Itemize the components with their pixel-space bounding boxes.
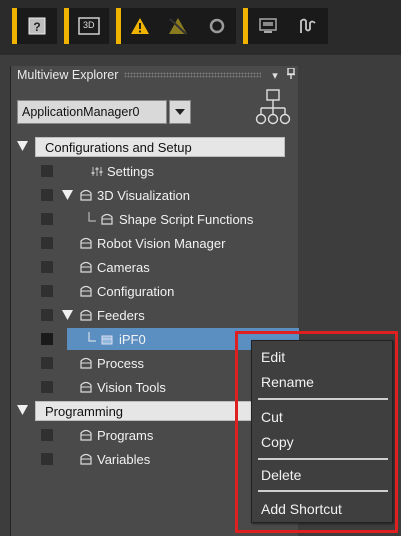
panel-pin-icon[interactable]	[283, 67, 299, 82]
folder-icon	[80, 261, 92, 273]
expand-arrow-icon[interactable]	[62, 190, 73, 200]
toolbar-group-tools	[243, 8, 328, 44]
tree-checkbox[interactable]	[41, 453, 53, 465]
panel-header: Multiview Explorer ▾	[11, 66, 299, 84]
expand-arrow-icon[interactable]	[17, 141, 28, 151]
help-button[interactable]: ?	[17, 8, 57, 44]
tree-item-label: 3D Visualization	[97, 187, 190, 203]
tree-item-feeders[interactable]: Feeders	[11, 304, 299, 326]
tree-item-shape-script-functions[interactable]: Shape Script Functions	[11, 208, 299, 230]
toolbar-group-help: ?	[12, 8, 57, 44]
tree-checkbox[interactable]	[41, 333, 53, 345]
tree-checkbox[interactable]	[41, 285, 53, 297]
settings-icon	[91, 167, 103, 176]
folder-icon	[80, 453, 92, 465]
feeder-icon	[101, 335, 113, 345]
tree-connector-icon	[88, 212, 96, 222]
tree-item-3d-visualization[interactable]: 3D Visualization	[11, 184, 299, 206]
tree-item-label: Shape Script Functions	[119, 211, 254, 227]
panel-title: Multiview Explorer	[17, 68, 119, 82]
folder-icon	[80, 285, 92, 297]
expand-arrow-icon[interactable]	[62, 310, 73, 320]
dropdown-arrow-icon[interactable]	[169, 100, 191, 124]
tree-item-settings[interactable]: Settings	[11, 160, 299, 182]
application-manager-value: ApplicationManager0	[17, 100, 167, 124]
expand-arrow-icon[interactable]	[17, 405, 28, 415]
folder-icon	[80, 381, 92, 393]
tree-checkbox[interactable]	[41, 261, 53, 273]
signal-button[interactable]	[288, 8, 328, 44]
highlight-annotation-box	[235, 331, 398, 533]
refresh-icon	[209, 18, 225, 34]
tree-item-configuration[interactable]: Configuration	[11, 280, 299, 302]
folder-icon	[80, 309, 92, 321]
panel-menu-icon[interactable]: ▾	[267, 69, 283, 82]
toolbar: ? 3D	[0, 0, 401, 55]
warning-button[interactable]	[121, 8, 159, 44]
folder-icon	[80, 189, 92, 201]
toolbar-group-status	[116, 8, 236, 44]
3d-view-button[interactable]: 3D	[69, 8, 109, 44]
hierarchy-icon[interactable]	[255, 88, 291, 128]
clear-warning-button[interactable]	[159, 8, 197, 44]
clear-warning-icon	[169, 18, 188, 35]
warning-icon	[131, 18, 150, 34]
tree-item-label: Settings	[107, 163, 154, 179]
tree-item-label: Robot Vision Manager	[97, 235, 226, 251]
tree-checkbox[interactable]	[41, 429, 53, 441]
tree-checkbox[interactable]	[41, 309, 53, 321]
tree-checkbox[interactable]	[41, 381, 53, 393]
tree-item-label: Configuration	[97, 283, 175, 299]
tree-checkbox[interactable]	[41, 189, 53, 201]
window: ? 3D Multiview Explorer ▾ ApplicationMan…	[0, 0, 401, 536]
section-label: Programming	[45, 403, 124, 419]
folder-icon	[80, 237, 92, 249]
tree-item-label: Variables	[97, 451, 151, 467]
tree-checkbox[interactable]	[41, 357, 53, 369]
tree-item-label: iPF0	[119, 331, 146, 347]
tree-checkbox[interactable]	[41, 165, 53, 177]
tree-item-label: Vision Tools	[97, 379, 166, 395]
panel-drag-handle[interactable]	[124, 72, 261, 78]
application-manager-select[interactable]: ApplicationManager0	[17, 100, 193, 124]
tree-item-label: Cameras	[97, 259, 150, 275]
svg-text:?: ?	[33, 20, 40, 34]
signal-icon	[300, 18, 316, 33]
tree-item-label: Feeders	[97, 307, 145, 323]
refresh-button[interactable]	[198, 8, 236, 44]
folder-icon	[101, 213, 113, 225]
tree-item-label: Programs	[97, 427, 154, 443]
tree-item-cameras[interactable]: Cameras	[11, 256, 299, 278]
tree-item-label: Process	[97, 355, 144, 371]
folder-icon	[80, 357, 92, 369]
help-icon: ?	[28, 17, 46, 35]
section-label: Configurations and Setup	[45, 139, 192, 155]
monitor-button[interactable]	[248, 8, 288, 44]
3d-label: 3D	[83, 20, 95, 30]
tree-connector-icon	[88, 332, 96, 342]
tree-section-configurations[interactable]: Configurations and Setup	[11, 136, 299, 158]
monitor-icon	[259, 18, 277, 33]
tree-item-robot-vision-manager[interactable]: Robot Vision Manager	[11, 232, 299, 254]
folder-icon	[80, 429, 92, 441]
tree-checkbox[interactable]	[41, 213, 53, 225]
tree-checkbox[interactable]	[41, 237, 53, 249]
toolbar-group-view: 3D	[64, 8, 109, 44]
